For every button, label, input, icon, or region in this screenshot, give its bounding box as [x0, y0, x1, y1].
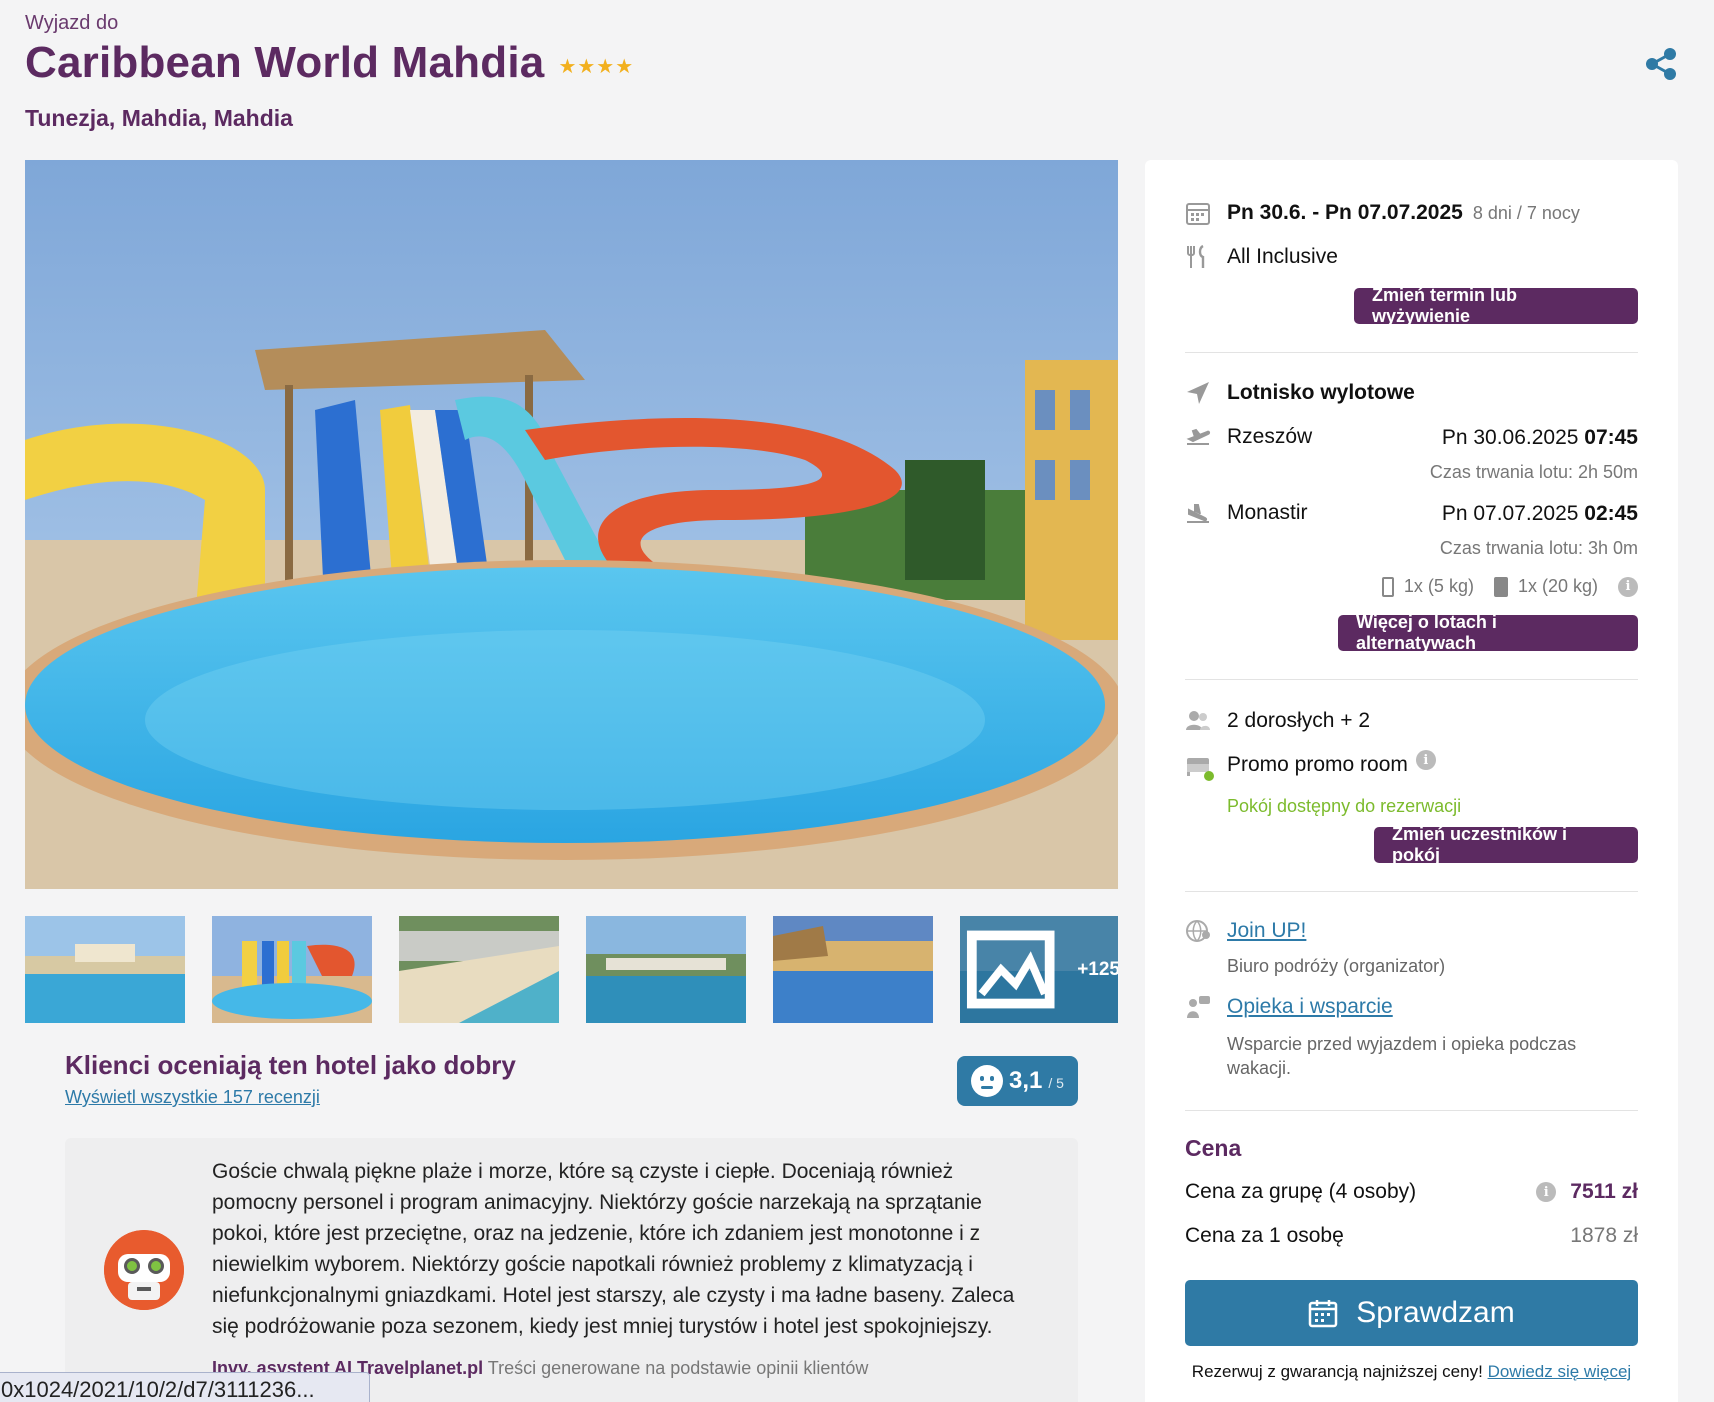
outbound-duration: Czas trwania lotu: 2h 50m [1429, 462, 1638, 482]
group-price-label: Cena za grupę (4 osoby) [1185, 1180, 1417, 1203]
check-availability-button[interactable]: Sprawdzam [1185, 1280, 1638, 1346]
return-duration: Czas trwania lotu: 3h 0m [1439, 538, 1638, 558]
share-icon[interactable] [1643, 46, 1679, 82]
score-value: 3,1 [1009, 1067, 1043, 1094]
bed-icon [1185, 752, 1214, 781]
support-sub: Wsparcie przed wyjazdem i opieka podczas… [1227, 1034, 1577, 1078]
return-city: Monastir [1227, 501, 1308, 524]
info-icon[interactable]: i [1415, 750, 1436, 770]
participants-count: 2 dorosłych + 2 [1227, 709, 1371, 732]
return-datetime: Pn 07.07.2025 02:45 [1442, 502, 1638, 526]
globe-person-icon [1185, 918, 1211, 944]
hotel-location: Tunezja, Mahdia, Mahdia [25, 105, 293, 131]
thumbnail-more-photos[interactable]: +125 [960, 916, 1118, 1023]
review-summary-text: Goście chwalą piękne plaże i morze, któr… [212, 1160, 1015, 1338]
learn-more-link[interactable]: Dowiedz się więcej [1488, 1362, 1632, 1381]
pretitle: Wyjazd do [25, 12, 119, 34]
divider [1185, 352, 1638, 353]
divider [1185, 679, 1638, 680]
more-flights-button[interactable]: Więcej o lotach i alternatywach [1338, 612, 1638, 653]
all-reviews-link[interactable]: Wyświetl wszystkie 157 recenzji [65, 1087, 320, 1108]
group-price: 7511 zł [1570, 1180, 1638, 1203]
board-type: All Inclusive [1227, 245, 1338, 268]
navigation-arrow-icon [1185, 380, 1211, 406]
change-room-button[interactable]: Zmień uczestników i pokój [1374, 824, 1638, 865]
score-badge[interactable]: 3,1 / 5 [957, 1056, 1078, 1106]
airport-row: Lotnisko wylotowe [1185, 380, 1415, 406]
trip-duration: 8 dni / 7 nocy [1472, 202, 1580, 223]
hotel-name: Caribbean World Mahdia [25, 38, 545, 87]
review-source-note: Treści generowane na podstawie opinii kl… [487, 1358, 869, 1378]
price-guarantee: Rezerwuj z gwarancją najniższej ceny! Do… [1185, 1360, 1638, 1383]
trip-dates-row: Pn 30.6. - Pn 07.07.2025 8 dni / 7 nocy [1185, 200, 1580, 226]
divider [1185, 891, 1638, 892]
link-url-status: 0x1024/2021/10/2/d7/3111236... [0, 1372, 370, 1402]
more-photos-count: +125 [1077, 958, 1118, 980]
thumbnail-photo[interactable] [586, 916, 746, 1023]
change-term-button[interactable]: Zmień termin lub wyżywienie [1354, 285, 1638, 326]
return-date: Pn 07.07.2025 [1441, 502, 1579, 525]
plane-takeoff-icon [1185, 424, 1211, 450]
room-row: Promo promo room i [1185, 750, 1436, 781]
room-type: Promo promo room [1227, 753, 1408, 776]
outbound-date: Pn 30.06.2025 [1441, 426, 1579, 449]
star-rating: ★★★★ [558, 55, 635, 78]
thumbnail-photo[interactable] [399, 916, 559, 1023]
return-flight-row: Monastir [1185, 500, 1308, 526]
thumbnail-photo[interactable] [25, 916, 185, 1023]
info-icon[interactable]: i [1536, 1182, 1557, 1202]
guarantee-text: Rezerwuj z gwarancją najniższej ceny! [1191, 1362, 1483, 1381]
thumbnail-photo[interactable] [773, 916, 933, 1023]
hand-luggage: 1x (5 kg) [1403, 576, 1474, 596]
organizer-sub: Biuro podróży (organizator) [1227, 956, 1446, 976]
person-price: 1878 zł [1570, 1224, 1638, 1247]
hand-luggage-icon [1381, 576, 1394, 597]
page-title: Caribbean World Mahdia ★★★★ [25, 38, 634, 88]
organizer-row: Join UP! [1185, 918, 1306, 944]
person-price-label: Cena za 1 osobę [1185, 1224, 1344, 1247]
outbound-datetime: Pn 30.06.2025 07:45 [1442, 426, 1638, 450]
divider [1185, 1110, 1638, 1111]
luggage-info: 1x (5 kg) 1x (20 kg) i [1381, 576, 1638, 597]
calendar-icon [1185, 200, 1211, 226]
support-chat-icon [1185, 994, 1211, 1020]
info-icon[interactable]: i [1618, 576, 1638, 597]
return-time: 02:45 [1584, 502, 1638, 525]
organizer-link[interactable]: Join UP! [1227, 919, 1306, 943]
trip-dates: Pn 30.6. - Pn 07.07.2025 [1227, 201, 1463, 224]
ai-review-summary: Goście chwalą piękne plaże i morze, któr… [65, 1138, 1078, 1402]
room-status: Pokój dostępny do rezerwacji [1227, 796, 1462, 816]
booking-sidebar: Pn 30.6. - Pn 07.07.2025 8 dni / 7 nocy … [1145, 160, 1678, 1402]
robot-avatar-icon [104, 1230, 184, 1310]
price-title: Cena [1185, 1135, 1242, 1161]
check-button-label: Sprawdzam [1356, 1296, 1515, 1329]
airport-label: Lotnisko wylotowe [1227, 381, 1415, 404]
board-row: All Inclusive [1185, 244, 1338, 270]
thumbnail-photo[interactable] [212, 916, 372, 1023]
plane-landing-icon [1185, 500, 1211, 526]
calendar-icon [1309, 1300, 1338, 1328]
photo-thumbnails: +125 [25, 916, 1118, 1023]
checked-luggage: 1x (20 kg) [1517, 576, 1598, 596]
available-dot [1204, 771, 1214, 781]
neutral-face-icon [971, 1065, 1003, 1097]
gallery-icon [966, 930, 1055, 1009]
participants-row: 2 dorosłych + 2 [1185, 708, 1370, 734]
group-price-row: i 7511 zł [1536, 1180, 1638, 1204]
people-icon [1185, 708, 1211, 734]
support-link[interactable]: Opieka i wsparcie [1227, 995, 1393, 1019]
rating-title: Klienci oceniają ten hotel jako dobry [65, 1050, 516, 1080]
hotel-main-photo[interactable] [25, 160, 1118, 889]
outbound-city: Rzeszów [1227, 425, 1313, 448]
score-max: / 5 [1048, 1075, 1064, 1091]
suitcase-icon [1493, 576, 1508, 597]
support-row: Opieka i wsparcie [1185, 994, 1393, 1020]
outbound-time: 07:45 [1584, 426, 1638, 449]
cutlery-icon [1185, 244, 1211, 270]
outbound-flight-row: Rzeszów [1185, 424, 1312, 450]
